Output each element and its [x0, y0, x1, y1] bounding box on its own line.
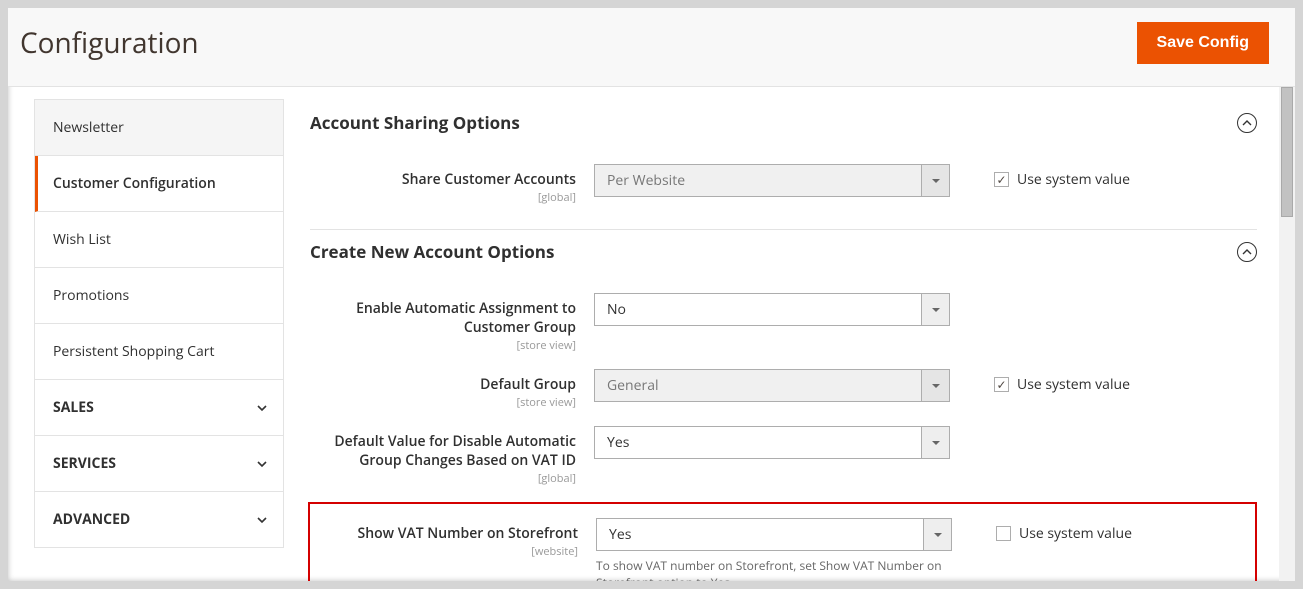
chevron-up-circle-icon	[1237, 242, 1257, 262]
field-label: Show VAT Number on Storefront	[310, 524, 578, 543]
field-scope: [global]	[310, 190, 576, 205]
field-row-share-customer-accounts: Share Customer Accounts [global] Per Web…	[310, 164, 1257, 205]
page-header: Configuration Save Config	[8, 8, 1295, 87]
sidebar-section-label: SERVICES	[53, 454, 116, 473]
fieldset-toggle-account-sharing[interactable]: Account Sharing Options	[310, 101, 1257, 146]
caret-down-icon	[921, 370, 949, 401]
field-row-default-group: Default Group [store view] General	[310, 369, 1257, 410]
field-label: Default Value for Disable Automatic Grou…	[310, 432, 576, 470]
sidebar-item-newsletter[interactable]: Newsletter	[35, 100, 283, 156]
fieldset-toggle-create-new-account[interactable]: Create New Account Options	[310, 230, 1257, 275]
use-system-value-checkbox[interactable]	[994, 172, 1009, 187]
highlight-show-vat: Show VAT Number on Storefront [website] …	[308, 502, 1257, 581]
field-scope: [website]	[310, 544, 578, 559]
scrollbar[interactable]	[1279, 87, 1295, 581]
sidebar-section-advanced[interactable]: ADVANCED	[35, 492, 283, 548]
show-vat-number-select[interactable]: Yes	[596, 518, 952, 551]
sidebar: Newsletter Customer Configuration Wish L…	[8, 87, 284, 581]
sidebar-item-label: Newsletter	[53, 118, 124, 137]
main-content: Account Sharing Options Share Customer A…	[284, 87, 1279, 581]
default-disable-auto-group-select[interactable]: Yes	[594, 426, 950, 459]
sidebar-item-wish-list[interactable]: Wish List	[35, 212, 283, 268]
field-label: Default Group	[310, 375, 576, 394]
caret-down-icon	[921, 294, 949, 325]
sidebar-section-services[interactable]: SERVICES	[35, 436, 283, 492]
field-row-default-disable-auto-group: Default Value for Disable Automatic Grou…	[310, 426, 1257, 486]
sidebar-section-label: SALES	[53, 398, 94, 417]
page-title: Configuration	[20, 24, 199, 62]
sidebar-item-customer-configuration[interactable]: Customer Configuration	[35, 156, 283, 212]
default-group-select: General	[594, 369, 950, 402]
sidebar-item-label: Persistent Shopping Cart	[53, 342, 214, 361]
caret-down-icon	[923, 519, 951, 550]
chevron-down-icon	[255, 457, 269, 471]
caret-down-icon	[921, 165, 949, 196]
sidebar-item-label: Wish List	[53, 230, 111, 249]
sidebar-item-promotions[interactable]: Promotions	[35, 268, 283, 324]
field-scope: [global]	[310, 471, 576, 486]
fieldset-title: Account Sharing Options	[310, 111, 520, 134]
auto-assignment-select[interactable]: No	[594, 293, 950, 326]
sidebar-section-sales[interactable]: SALES	[35, 380, 283, 436]
select-value: Per Website	[595, 171, 921, 190]
use-system-value-label[interactable]: Use system value	[1019, 524, 1132, 543]
scrollbar-thumb[interactable]	[1281, 87, 1293, 217]
use-system-value-checkbox[interactable]	[994, 377, 1009, 392]
sidebar-item-label: Promotions	[53, 286, 129, 305]
fieldset-title: Create New Account Options	[310, 240, 554, 263]
field-label: Share Customer Accounts	[310, 170, 576, 189]
chevron-down-icon	[255, 401, 269, 415]
select-value: No	[595, 300, 921, 319]
field-note: To show VAT number on Storefront, set Sh…	[596, 557, 952, 581]
field-scope: [store view]	[310, 395, 576, 410]
sidebar-item-label: Customer Configuration	[53, 174, 216, 193]
field-row-auto-assignment: Enable Automatic Assignment to Customer …	[310, 293, 1257, 353]
select-value: Yes	[597, 525, 923, 544]
field-label: Enable Automatic Assignment to Customer …	[310, 299, 576, 337]
use-system-value-label[interactable]: Use system value	[1017, 170, 1130, 189]
chevron-up-circle-icon	[1237, 113, 1257, 133]
field-scope: [store view]	[310, 338, 576, 353]
caret-down-icon	[921, 427, 949, 458]
use-system-value-checkbox[interactable]	[996, 526, 1011, 541]
save-config-button[interactable]: Save Config	[1137, 22, 1269, 64]
sidebar-item-persistent-shopping-cart[interactable]: Persistent Shopping Cart	[35, 324, 283, 380]
select-value: Yes	[595, 433, 921, 452]
chevron-down-icon	[255, 513, 269, 527]
select-value: General	[595, 376, 921, 395]
share-customer-accounts-select: Per Website	[594, 164, 950, 197]
use-system-value-label[interactable]: Use system value	[1017, 375, 1130, 394]
sidebar-section-label: ADVANCED	[53, 510, 130, 529]
